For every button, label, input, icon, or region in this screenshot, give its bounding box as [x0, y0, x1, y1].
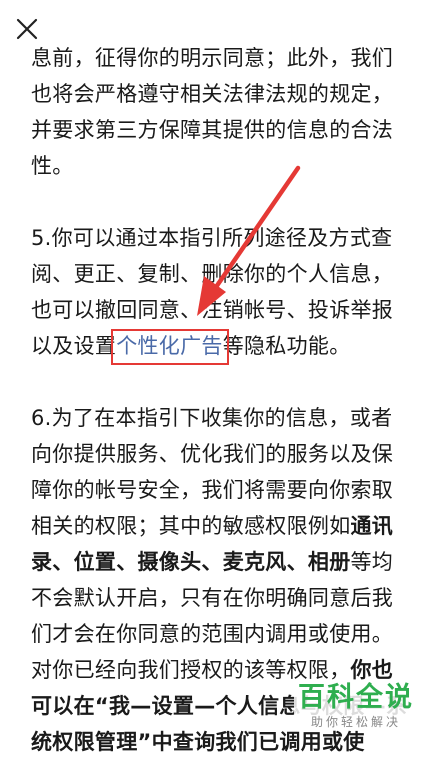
close-icon	[16, 18, 38, 40]
paragraph-third-party: 息前，征得你的明示同意；此外，我们也将会严格遵守相关法律法规的规定，并要求第三方…	[31, 46, 394, 178]
paragraph-user-rights: 5.你可以通过本指引所列途径及方式查阅、更正、复制、删除你的个人信息，也可以撤回…	[31, 220, 411, 365]
watermark-subtitle: 助你轻松解决	[294, 714, 418, 730]
watermark: 百科全说 助你轻松解决	[294, 682, 418, 730]
top-mask	[0, 0, 432, 44]
close-button[interactable]	[10, 12, 44, 46]
paragraph-text: 等隐私功能。	[222, 334, 351, 358]
paragraph-text: 6.为了在本指引下收集你的信息，或者向你提供服务、优化我们的服务以及保障你的帐号…	[31, 406, 394, 538]
personalized-ads-link-label[interactable]: 个性化广告	[116, 334, 223, 358]
privacy-guide-content: 息前，征得你的明示同意；此外，我们也将会严格遵守相关法律法规的规定，并要求第三方…	[31, 40, 411, 760]
personalized-ads-link[interactable]: 个性化广告	[111, 329, 229, 365]
watermark-title: 百科全说	[294, 682, 418, 714]
